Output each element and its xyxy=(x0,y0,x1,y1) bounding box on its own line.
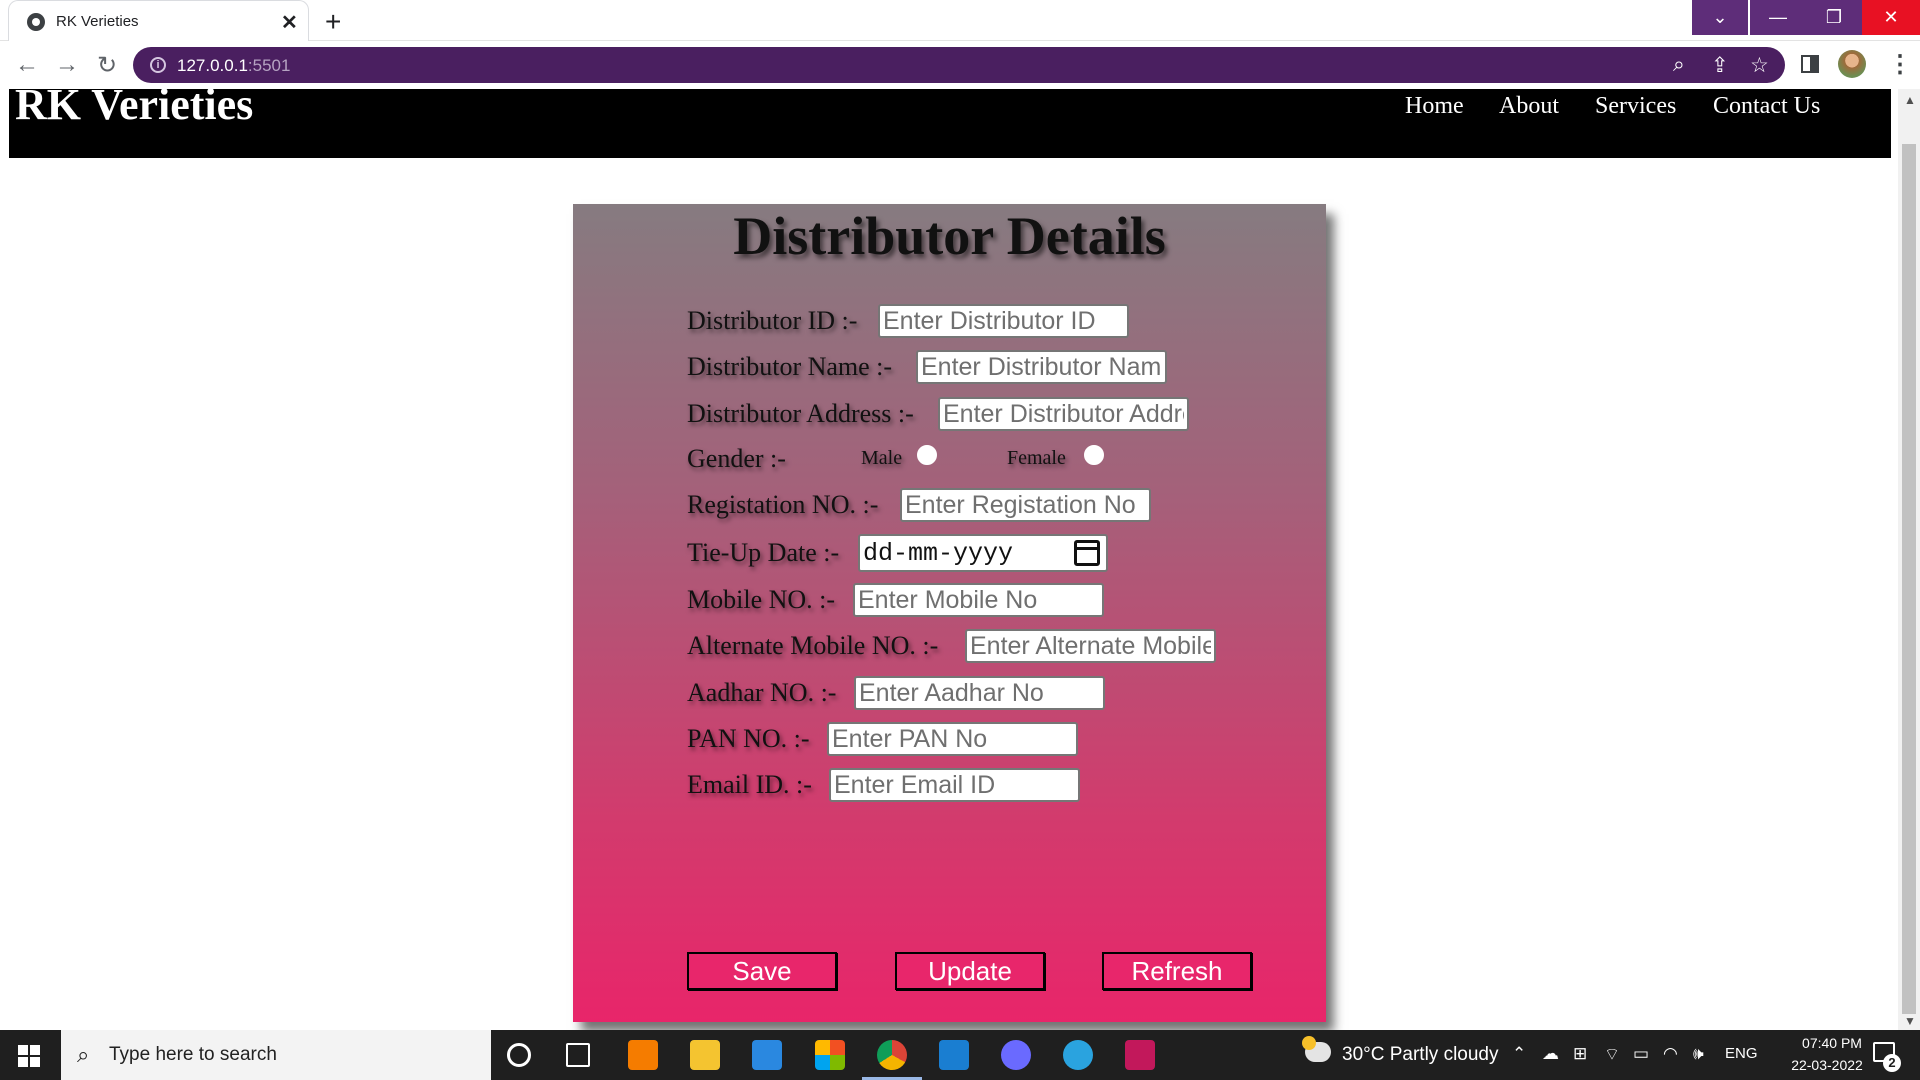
distributor-form-card: Distributor Details Distributor ID :- Di… xyxy=(573,204,1326,1022)
show-hidden-icons-icon[interactable]: ⌃ xyxy=(1512,1044,1526,1064)
pan-no-label: PAN NO. :- xyxy=(687,724,810,753)
update-button[interactable]: Update xyxy=(895,952,1045,990)
close-window-button[interactable]: ✕ xyxy=(1862,0,1920,35)
email-id-input[interactable] xyxy=(829,768,1080,802)
site-brand[interactable]: RK Verieties xyxy=(15,89,253,130)
office-app-icon[interactable] xyxy=(815,1040,845,1070)
site-header: RK Verieties Home About Services Contact… xyxy=(9,89,1891,158)
gender-female-label: Female xyxy=(1007,447,1066,469)
language-indicator[interactable]: ENG xyxy=(1725,1045,1758,1062)
share-icon[interactable]: ⇪ xyxy=(1711,53,1729,78)
pan-no-input[interactable] xyxy=(827,722,1078,756)
weather-text[interactable]: 30°C Partly cloudy xyxy=(1342,1044,1499,1066)
side-panel-icon[interactable] xyxy=(1801,55,1819,73)
aadhar-no-input[interactable] xyxy=(854,676,1105,710)
nav-about-link[interactable]: About xyxy=(1499,93,1559,120)
browser-tab[interactable]: RK Verieties ✕ xyxy=(8,0,309,41)
email-id-label: Email ID. :- xyxy=(687,770,812,799)
reload-icon[interactable]: ↻ xyxy=(97,51,117,80)
distributor-id-label: Distributor ID :- xyxy=(687,306,858,335)
distributor-name-label: Distributor Name :- xyxy=(687,352,893,381)
tie-up-date-label: Tie-Up Date :- xyxy=(687,538,840,567)
alternate-mobile-no-input[interactable] xyxy=(965,629,1216,663)
save-button[interactable]: Save xyxy=(687,952,837,990)
wifi-icon[interactable]: ◠ xyxy=(1663,1044,1678,1064)
tab-title: RK Verieties xyxy=(56,13,139,30)
chrome-icon[interactable] xyxy=(877,1040,907,1070)
scrollbar-thumb[interactable] xyxy=(1902,144,1916,1014)
gender-female-radio[interactable] xyxy=(1084,445,1104,465)
form-title: Distributor Details xyxy=(733,206,1166,266)
url-host: 127.0.0.1 xyxy=(177,56,248,75)
bookmark-star-icon[interactable]: ☆ xyxy=(1750,53,1769,78)
pinned-app-icon[interactable] xyxy=(1125,1040,1155,1070)
nav-home-link[interactable]: Home xyxy=(1405,93,1464,120)
url-port: :5501 xyxy=(247,56,291,75)
registration-no-input[interactable] xyxy=(900,488,1151,522)
registration-no-label: Registation NO. :- xyxy=(687,490,879,519)
browser-tab-bar: RK Verieties ✕ + ⌄ — ❐ ✕ xyxy=(0,0,1920,41)
page-scrollbar[interactable]: ▲ ▼ xyxy=(1898,89,1920,1030)
weather-icon[interactable] xyxy=(1302,1036,1331,1062)
back-arrow-icon[interactable]: ← xyxy=(15,51,39,79)
taskbar-search-box[interactable]: ⌕ Type here to search xyxy=(61,1030,491,1080)
taskbar-search-placeholder: Type here to search xyxy=(109,1044,277,1065)
display-icon[interactable]: ⌔ xyxy=(1604,1044,1620,1065)
alternate-mobile-no-label: Alternate Mobile NO. :- xyxy=(687,631,939,660)
restore-button[interactable]: ❐ xyxy=(1806,0,1862,35)
gender-label: Gender :- xyxy=(687,444,786,473)
tab-search-button[interactable]: ⌄ xyxy=(1692,0,1748,35)
site-info-icon[interactable]: i xyxy=(150,57,166,73)
cortana-icon[interactable] xyxy=(507,1043,531,1067)
mobile-no-label: Mobile NO. :- xyxy=(687,585,836,614)
tie-up-date-input[interactable]: dd-mm-yyyy xyxy=(858,534,1108,572)
browser-toolbar: ← → ↻ i 127.0.0.1:5501 ⌕ ⇪ ☆ ⋮ xyxy=(0,41,1920,89)
forward-arrow-icon[interactable]: → xyxy=(55,51,79,79)
refresh-button[interactable]: Refresh xyxy=(1102,952,1252,990)
mobile-no-input[interactable] xyxy=(853,583,1104,617)
minimize-button[interactable]: — xyxy=(1750,0,1806,35)
new-tab-button[interactable]: + xyxy=(325,6,341,38)
telegram-icon[interactable] xyxy=(1063,1040,1093,1070)
xampp-icon[interactable] xyxy=(628,1040,658,1070)
scroll-down-arrow-icon[interactable]: ▼ xyxy=(1904,1014,1916,1028)
vscode-icon[interactable] xyxy=(939,1040,969,1070)
calendar-icon[interactable] xyxy=(1074,540,1100,566)
profile-avatar[interactable] xyxy=(1838,50,1866,78)
distributor-name-input[interactable] xyxy=(916,350,1167,384)
task-view-icon[interactable] xyxy=(566,1043,590,1067)
gender-male-radio[interactable] xyxy=(917,445,937,465)
zoom-icon[interactable]: ⌕ xyxy=(1673,53,1685,77)
volume-icon[interactable]: 🕪 xyxy=(1693,1044,1704,1064)
clock-time[interactable]: 07:40 PM xyxy=(1777,1035,1887,1051)
notification-count-badge: 2 xyxy=(1883,1054,1901,1072)
aadhar-no-label: Aadhar NO. :- xyxy=(687,678,837,707)
close-tab-icon[interactable]: ✕ xyxy=(281,10,298,35)
nav-services-link[interactable]: Services xyxy=(1595,93,1676,120)
gender-male-label: Male xyxy=(861,447,903,469)
mail-icon[interactable] xyxy=(752,1040,782,1070)
globe-icon xyxy=(27,13,45,31)
clock-date[interactable]: 22-03-2022 xyxy=(1767,1057,1887,1073)
address-bar[interactable]: i 127.0.0.1:5501 ⌕ ⇪ ☆ xyxy=(133,47,1785,83)
meet-now-icon[interactable]: ⊞ xyxy=(1573,1044,1587,1064)
distributor-address-input[interactable] xyxy=(938,397,1189,431)
browser-menu-icon[interactable]: ⋮ xyxy=(1888,50,1912,79)
distributor-address-label: Distributor Address :- xyxy=(687,399,914,428)
onedrive-icon[interactable]: ☁ xyxy=(1542,1044,1559,1064)
scroll-up-arrow-icon[interactable]: ▲ xyxy=(1904,93,1916,107)
battery-icon[interactable]: ▭ xyxy=(1633,1044,1649,1064)
date-placeholder: dd-mm-yyyy xyxy=(863,539,1014,568)
file-explorer-icon[interactable] xyxy=(690,1040,720,1070)
windows-start-icon[interactable] xyxy=(18,1045,40,1067)
url-text[interactable]: 127.0.0.1:5501 xyxy=(177,56,290,76)
page-viewport: RK Verieties Home About Services Contact… xyxy=(0,89,1898,1030)
windows-taskbar: ⌕ Type here to search 30°C Partly cloudy… xyxy=(0,1030,1920,1080)
nav-contact-link[interactable]: Contact Us xyxy=(1713,93,1820,120)
distributor-id-input[interactable] xyxy=(878,304,1129,338)
search-icon: ⌕ xyxy=(77,1042,90,1067)
link-app-icon[interactable] xyxy=(1001,1040,1031,1070)
